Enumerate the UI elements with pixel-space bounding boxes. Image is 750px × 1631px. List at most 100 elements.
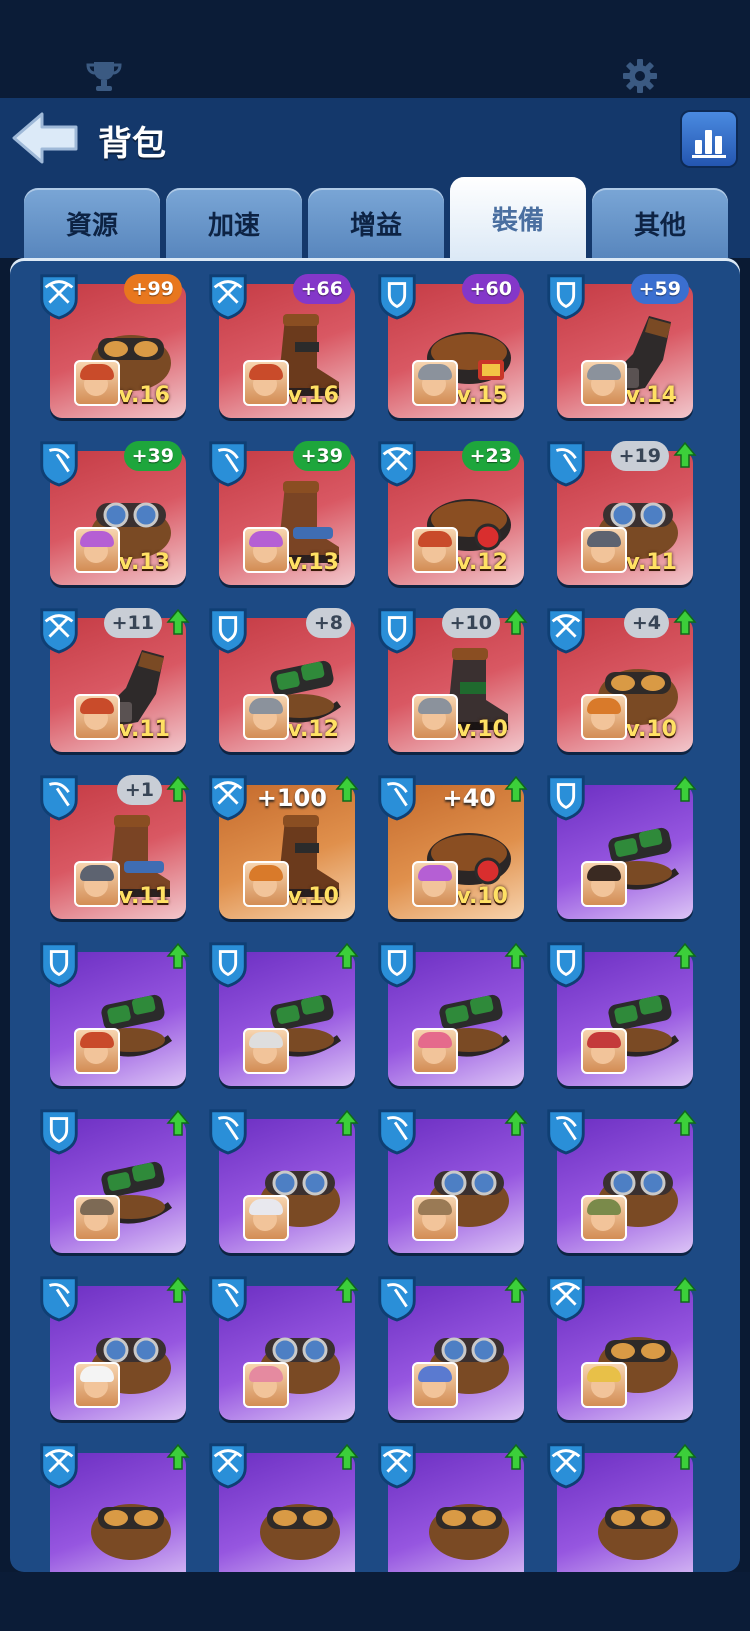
equipment-item[interactable] [368, 1270, 528, 1430]
equipment-item[interactable]: Lv.16 +99 [30, 268, 190, 428]
hero-avatar [412, 861, 458, 907]
crossbow-icon [209, 1443, 247, 1489]
equipment-item[interactable]: Lv.10 +4 [537, 602, 697, 762]
hero-avatar [581, 1195, 627, 1241]
upgrade-arrow-icon [673, 441, 697, 468]
bottom-nav-bar [0, 1572, 750, 1631]
upgrade-arrow-icon [673, 1276, 697, 1303]
crossbow-icon [378, 441, 416, 487]
upgrade-arrow-icon [166, 775, 190, 802]
equipment-item[interactable]: Lv.11 +11 [30, 602, 190, 762]
equipment-item[interactable]: Lv.13 +39 [199, 435, 359, 595]
equipment-item[interactable] [368, 1103, 528, 1263]
hero-avatar [74, 1195, 120, 1241]
upgrade-arrow-icon [166, 1109, 190, 1136]
equipment-item[interactable] [537, 936, 697, 1096]
equipment-item[interactable] [199, 936, 359, 1096]
equipment-item[interactable] [30, 936, 190, 1096]
upgrade-arrow-icon [335, 1443, 359, 1470]
equipment-item[interactable]: Lv.12 +23 [368, 435, 528, 595]
upgrade-arrow-icon [673, 775, 697, 802]
enhance-count: +1 [116, 775, 162, 805]
crossbow-icon [547, 608, 585, 654]
crossbow-icon [209, 775, 247, 821]
upgrade-arrow-icon [673, 1109, 697, 1136]
stats-button[interactable] [682, 112, 736, 166]
enhance-count: +23 [461, 441, 520, 471]
tab-equipment[interactable]: 裝備 [450, 177, 586, 259]
hero-avatar [581, 360, 627, 406]
hero-avatar [412, 1028, 458, 1074]
equipment-item[interactable] [199, 1103, 359, 1263]
hero-avatar [74, 694, 120, 740]
enhance-count: +10 [441, 608, 500, 638]
upgrade-arrow-icon [335, 1276, 359, 1303]
equipment-item[interactable] [537, 1103, 697, 1263]
inventory-panel[interactable]: Lv.16 +99 Lv.16 +66 Lv.15 +60 Lv.14 +59 Lv.13 +39… [10, 258, 740, 1572]
equipment-item[interactable] [30, 1103, 190, 1263]
hero-avatar [243, 694, 289, 740]
crossbow-icon [40, 1443, 78, 1489]
goggles-brown-icon [598, 1504, 678, 1560]
enhance-count: +8 [305, 608, 351, 638]
trophy-icon[interactable] [86, 58, 122, 94]
enhance-count: +100 [256, 784, 327, 812]
equipment-item[interactable]: Lv.10 +10 [368, 602, 528, 762]
tab-resources[interactable]: 資源 [24, 188, 160, 258]
equipment-item[interactable]: Lv.11 +19 [537, 435, 697, 595]
page-title: 背包 [98, 124, 166, 164]
pickaxe-icon [209, 441, 247, 487]
shield-icon [547, 274, 585, 320]
equipment-item[interactable] [199, 1270, 359, 1430]
equipment-item[interactable]: Lv.14 +59 [537, 268, 697, 428]
upgrade-arrow-icon [504, 608, 528, 635]
crossbow-icon [40, 608, 78, 654]
equipment-item[interactable] [537, 769, 697, 929]
equipment-item[interactable] [368, 936, 528, 1096]
pickaxe-icon [378, 1109, 416, 1155]
shield-icon [547, 942, 585, 988]
equipment-item[interactable]: Lv.10 +100 [199, 769, 359, 929]
hero-avatar [412, 1362, 458, 1408]
upgrade-arrow-icon [673, 942, 697, 969]
enhance-count: +19 [610, 441, 669, 471]
upgrade-arrow-icon [166, 608, 190, 635]
enhance-count: +59 [630, 274, 689, 304]
pickaxe-icon [209, 1276, 247, 1322]
upgrade-arrow-icon [504, 1109, 528, 1136]
equipment-item[interactable] [537, 1270, 697, 1430]
equipment-item[interactable] [199, 1437, 359, 1572]
equipment-item[interactable]: Lv.16 +66 [199, 268, 359, 428]
equipment-item[interactable]: Lv.15 +60 [368, 268, 528, 428]
equipment-item[interactable] [537, 1437, 697, 1572]
equipment-item[interactable] [30, 1270, 190, 1430]
gear-icon[interactable] [622, 58, 658, 94]
crossbow-icon [209, 274, 247, 320]
equipment-item[interactable] [30, 1437, 190, 1572]
tab-boosts[interactable]: 增益 [308, 188, 444, 258]
pickaxe-icon [547, 1109, 585, 1155]
back-arrow-button[interactable] [10, 110, 80, 166]
upgrade-arrow-icon [504, 775, 528, 802]
shield-icon [40, 1109, 78, 1155]
equipment-item[interactable]: Lv.11 +1 [30, 769, 190, 929]
equipment-item[interactable]: Lv.10 +40 [368, 769, 528, 929]
hero-avatar [581, 1028, 627, 1074]
hero-avatar [243, 861, 289, 907]
shield-icon [378, 942, 416, 988]
crossbow-icon [40, 274, 78, 320]
upgrade-arrow-icon [504, 1443, 528, 1470]
shield-icon [378, 274, 416, 320]
top-status-bar [0, 0, 750, 98]
upgrade-arrow-icon [673, 608, 697, 635]
tab-other[interactable]: 其他 [592, 188, 728, 258]
tab-speedups[interactable]: 加速 [166, 188, 302, 258]
upgrade-arrow-icon [504, 942, 528, 969]
pickaxe-icon [378, 775, 416, 821]
goggles-brown-icon [260, 1504, 340, 1560]
goggles-brown-icon [429, 1504, 509, 1560]
equipment-item[interactable]: Lv.12 +8 [199, 602, 359, 762]
equipment-item[interactable] [368, 1437, 528, 1572]
shield-icon [40, 942, 78, 988]
equipment-item[interactable]: Lv.13 +39 [30, 435, 190, 595]
